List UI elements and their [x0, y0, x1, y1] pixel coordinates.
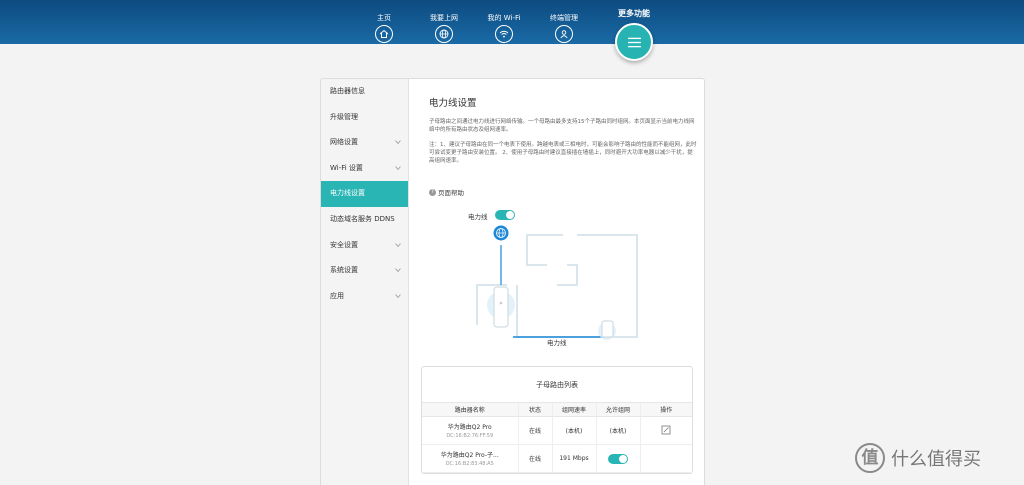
- nav-wifi-label: 我的 Wi-Fi: [487, 14, 521, 22]
- watermark-text: 什么值得买: [891, 449, 981, 470]
- allow-network-toggle[interactable]: [608, 453, 628, 464]
- router-rate: 191 Mbps: [551, 444, 596, 473]
- watermark-logo: 值: [855, 443, 885, 473]
- router-action-cell: [639, 416, 692, 445]
- sidebar-item-upgrade[interactable]: 升级管理: [321, 105, 408, 131]
- table-row: 华为路由Q2 Pro-子... DC:16:B2:83:48:A5 在线 191…: [422, 444, 692, 473]
- nav-internet-label: 我要上网: [430, 14, 458, 22]
- chevron-down-icon: [395, 268, 401, 273]
- sidebar-item-label: 应用: [330, 291, 344, 300]
- sidebar-item-router-info[interactable]: 路由器信息: [321, 79, 408, 105]
- chevron-down-icon: [395, 242, 401, 247]
- column-header: 路由器名称: [422, 402, 518, 417]
- sidebar-item-label: 路由器信息: [330, 87, 365, 95]
- column-header: 状态: [517, 402, 552, 417]
- router-list: 子母路由列表 路由器名称 状态 组网速率 允许组网 操作 华为路由Q2 Pro: [421, 366, 693, 474]
- router-name-cell: 华为路由Q2 Pro-子... DC:16:B2:83:48:A5: [422, 444, 518, 473]
- help-link[interactable]: ? 页面帮助: [429, 187, 464, 197]
- nav-home-label: 主页: [377, 14, 391, 22]
- powerline-toggle-label: 电力线: [468, 213, 488, 221]
- nav-more-button[interactable]: [615, 23, 653, 61]
- router-name-cell: 华为路由Q2 Pro DC:16:B2:76:FF:59: [422, 416, 518, 445]
- router-status: 在线: [517, 444, 552, 473]
- settings-panel: 路由器信息 升级管理 网络设置 Wi-Fi 设置 电力线设置 动态域名服务 DD…: [320, 78, 705, 485]
- router-mac: DC:16:B2:83:48:A5: [445, 461, 494, 467]
- router-list-title: 子母路由列表: [536, 381, 578, 389]
- sidebar-item-label: 电力线设置: [330, 189, 365, 198]
- powerline-toggle[interactable]: [495, 210, 515, 220]
- help-icon: ?: [429, 188, 436, 196]
- chevron-down-icon: [395, 166, 401, 170]
- user-icon: [555, 25, 573, 43]
- help-link-label: 页面帮助: [438, 189, 464, 197]
- chevron-down-icon: [395, 293, 401, 298]
- router-mac: DC:16:B2:76:FF:59: [446, 433, 494, 439]
- column-header: 允许组网: [595, 402, 640, 417]
- column-header: 操作: [639, 402, 692, 417]
- sidebar-item-label: 安全设置: [330, 240, 358, 249]
- table-row: 华为路由Q2 Pro DC:16:B2:76:FF:59 在线 (本机) (本机…: [422, 416, 692, 445]
- globe-icon: [435, 25, 453, 43]
- router-action-cell: [639, 444, 692, 473]
- nav-devices-label: 终端管理: [550, 14, 578, 22]
- sidebar-item-label: 网络设置: [330, 138, 358, 147]
- nav-more-label: 更多功能: [618, 9, 650, 18]
- page-note: 注：1、建议子母路由在同一个电表下使用。跨越电表或三相电时，可能会影响子路由的性…: [429, 142, 697, 164]
- sidebar-item-network[interactable]: 网络设置: [321, 130, 408, 156]
- sidebar-item-security[interactable]: 安全设置: [321, 233, 408, 259]
- sidebar-item-ddns[interactable]: 动态域名服务 DDNS: [321, 207, 408, 233]
- chevron-down-icon: [395, 140, 401, 145]
- router-allow-cell: [595, 444, 640, 473]
- page-title: 电力线设置: [429, 98, 477, 109]
- edit-icon[interactable]: [661, 425, 671, 435]
- router-allow: (本机): [595, 416, 640, 445]
- router-name: 华为路由Q2 Pro-子...: [440, 452, 499, 459]
- nav-wifi[interactable]: 我的 Wi-Fi: [474, 13, 534, 43]
- home-icon: [375, 25, 393, 43]
- nav-home[interactable]: 主页: [354, 13, 414, 43]
- wifi-icon: [495, 25, 513, 43]
- sidebar-item-label: 系统设置: [330, 266, 358, 275]
- main-content: 电力线设置 子母路由之间通过电力线进行网络传输。一个母路由最多支持15个子路由同…: [421, 79, 701, 485]
- sidebar-item-system[interactable]: 系统设置: [321, 258, 408, 284]
- nav-devices[interactable]: 终端管理: [534, 13, 594, 43]
- sidebar-item-powerline[interactable]: 电力线设置: [321, 181, 408, 207]
- watermark: 值 什么值得买: [855, 443, 981, 473]
- sidebar-item-label: Wi-Fi 设置: [330, 163, 363, 172]
- sidebar-item-apps[interactable]: 应用: [321, 284, 408, 310]
- sidebar-item-label: 升级管理: [330, 112, 358, 121]
- menu-icon: [627, 37, 641, 47]
- powerline-diagram: [476, 225, 638, 340]
- router-status: 在线: [517, 416, 552, 445]
- sidebar-item-wifi[interactable]: Wi-Fi 设置: [321, 156, 408, 182]
- nav-internet[interactable]: 我要上网: [414, 13, 474, 43]
- sidebar-item-label: 动态域名服务 DDNS: [330, 214, 395, 223]
- diagram-caption: 电力线: [547, 339, 567, 347]
- router-name: 华为路由Q2 Pro: [447, 424, 492, 431]
- router-rate: (本机): [551, 416, 596, 445]
- settings-sidebar: 路由器信息 升级管理 网络设置 Wi-Fi 设置 电力线设置 动态域名服务 DD…: [321, 79, 409, 485]
- column-header: 组网速率: [551, 402, 596, 417]
- router-table: 路由器名称 状态 组网速率 允许组网 操作 华为路由Q2 Pro DC:16:B…: [422, 402, 692, 473]
- page-description: 子母路由之间通过电力线进行网络传输。一个母路由最多支持15个子路由同时组网。本页…: [429, 119, 695, 133]
- top-nav-bar: 主页 我要上网 我的 Wi-Fi 终端管理 更多功能: [0, 0, 1024, 44]
